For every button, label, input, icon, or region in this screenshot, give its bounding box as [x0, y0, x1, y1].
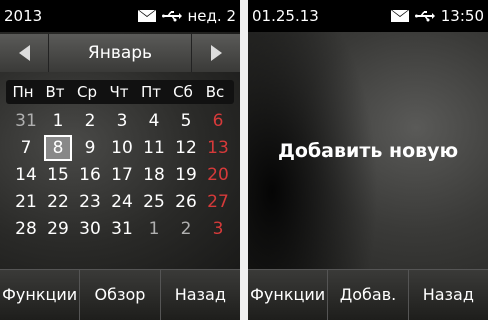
status-bar: 01.25.13 13:50: [248, 0, 488, 32]
calendar-day[interactable]: 26: [170, 189, 202, 215]
month-header: Январь: [0, 34, 240, 72]
weekday-label: Вт: [45, 83, 65, 101]
calendar-day[interactable]: 6: [202, 108, 234, 134]
overview-button[interactable]: Обзор: [79, 270, 159, 320]
calendar-day[interactable]: 12: [170, 135, 202, 161]
weekday-label: Сб: [173, 83, 193, 101]
next-month-button[interactable]: [191, 34, 240, 72]
calendar-day[interactable]: 1: [42, 108, 74, 134]
status-time: 13:50: [440, 7, 484, 25]
calendar-day[interactable]: 3: [106, 108, 138, 134]
calendar-day[interactable]: 28: [10, 216, 42, 242]
weekday-label: Пн: [12, 83, 34, 101]
functions-button[interactable]: Функции: [248, 270, 327, 320]
calendar-day[interactable]: 27: [202, 189, 234, 215]
add-entry-screen: 01.25.13 13:50 Добавить новую Функции До…: [248, 0, 488, 320]
calendar-day[interactable]: 2: [170, 216, 202, 242]
calendar-day[interactable]: 22: [42, 189, 74, 215]
softkey-bar: Функции Добав. Назад: [248, 269, 488, 320]
status-bar: 2013 нед. 2: [0, 0, 240, 32]
calendar-day[interactable]: 9: [74, 135, 106, 161]
functions-button[interactable]: Функции: [0, 270, 79, 320]
weekday-label: Пт: [140, 83, 162, 101]
weekday-label: Чт: [109, 83, 129, 101]
calendar-day[interactable]: 11: [138, 135, 170, 161]
status-year: 2013: [4, 7, 43, 25]
back-button[interactable]: Назад: [407, 270, 488, 320]
calendar-day[interactable]: 15: [42, 162, 74, 188]
back-button[interactable]: Назад: [159, 270, 240, 320]
status-week: нед. 2: [187, 7, 237, 25]
calendar-day[interactable]: 5: [170, 108, 202, 134]
weekday-label: Ср: [77, 83, 97, 101]
screen-divider: [240, 0, 248, 320]
calendar-day[interactable]: 1: [138, 216, 170, 242]
calendar-grid: 31 1 2 3 4 5 6 7 8 9 10 11 12 13 14 15 16 17 18 19 20 21 22 23 2…: [0, 108, 240, 244]
selected-day[interactable]: 8: [44, 135, 72, 161]
weekday-header: Пн Вт Ср Чт Пт Сб Вс: [6, 80, 234, 104]
month-title: Январь: [87, 43, 153, 63]
calendar-day[interactable]: 31: [106, 216, 138, 242]
calendar-day[interactable]: 21: [10, 189, 42, 215]
calendar-day[interactable]: 4: [138, 108, 170, 134]
previous-month-button[interactable]: [0, 34, 49, 72]
calendar-day[interactable]: 3: [202, 216, 234, 242]
add-button[interactable]: Добав.: [327, 270, 407, 320]
softkey-bar: Функции Обзор Назад: [0, 269, 240, 320]
usb-icon: [161, 11, 182, 22]
usb-icon: [414, 11, 435, 22]
calendar-day[interactable]: 18: [138, 162, 170, 188]
calendar-day[interactable]: 10: [106, 135, 138, 161]
calendar-day[interactable]: 20: [202, 162, 234, 188]
calendar-day[interactable]: 30: [74, 216, 106, 242]
calendar-day[interactable]: 19: [170, 162, 202, 188]
calendar-day[interactable]: 17: [106, 162, 138, 188]
arrow-right-icon: [210, 45, 222, 61]
calendar-day[interactable]: 29: [42, 216, 74, 242]
calendar-day[interactable]: 14: [10, 162, 42, 188]
weekday-label: Вс: [205, 83, 225, 101]
add-new-entry[interactable]: Добавить новую: [248, 140, 488, 162]
calendar-day[interactable]: 2: [74, 108, 106, 134]
calendar-day[interactable]: 31: [10, 108, 42, 134]
calendar-day[interactable]: 24: [106, 189, 138, 215]
calendar-day[interactable]: 25: [138, 189, 170, 215]
calendar-day[interactable]: 23: [74, 189, 106, 215]
status-date: 01.25.13: [252, 7, 319, 25]
calendar-day[interactable]: 7: [10, 135, 42, 161]
message-icon: [390, 10, 409, 22]
calendar-day[interactable]: 13: [202, 135, 234, 161]
arrow-left-icon: [18, 45, 30, 61]
message-icon: [137, 10, 156, 22]
calendar-screen: 2013 нед. 2 Январь Пн Вт Ср Чт Пт Сб Вс 31 1 2 3 4…: [0, 0, 240, 320]
calendar-day[interactable]: 16: [74, 162, 106, 188]
